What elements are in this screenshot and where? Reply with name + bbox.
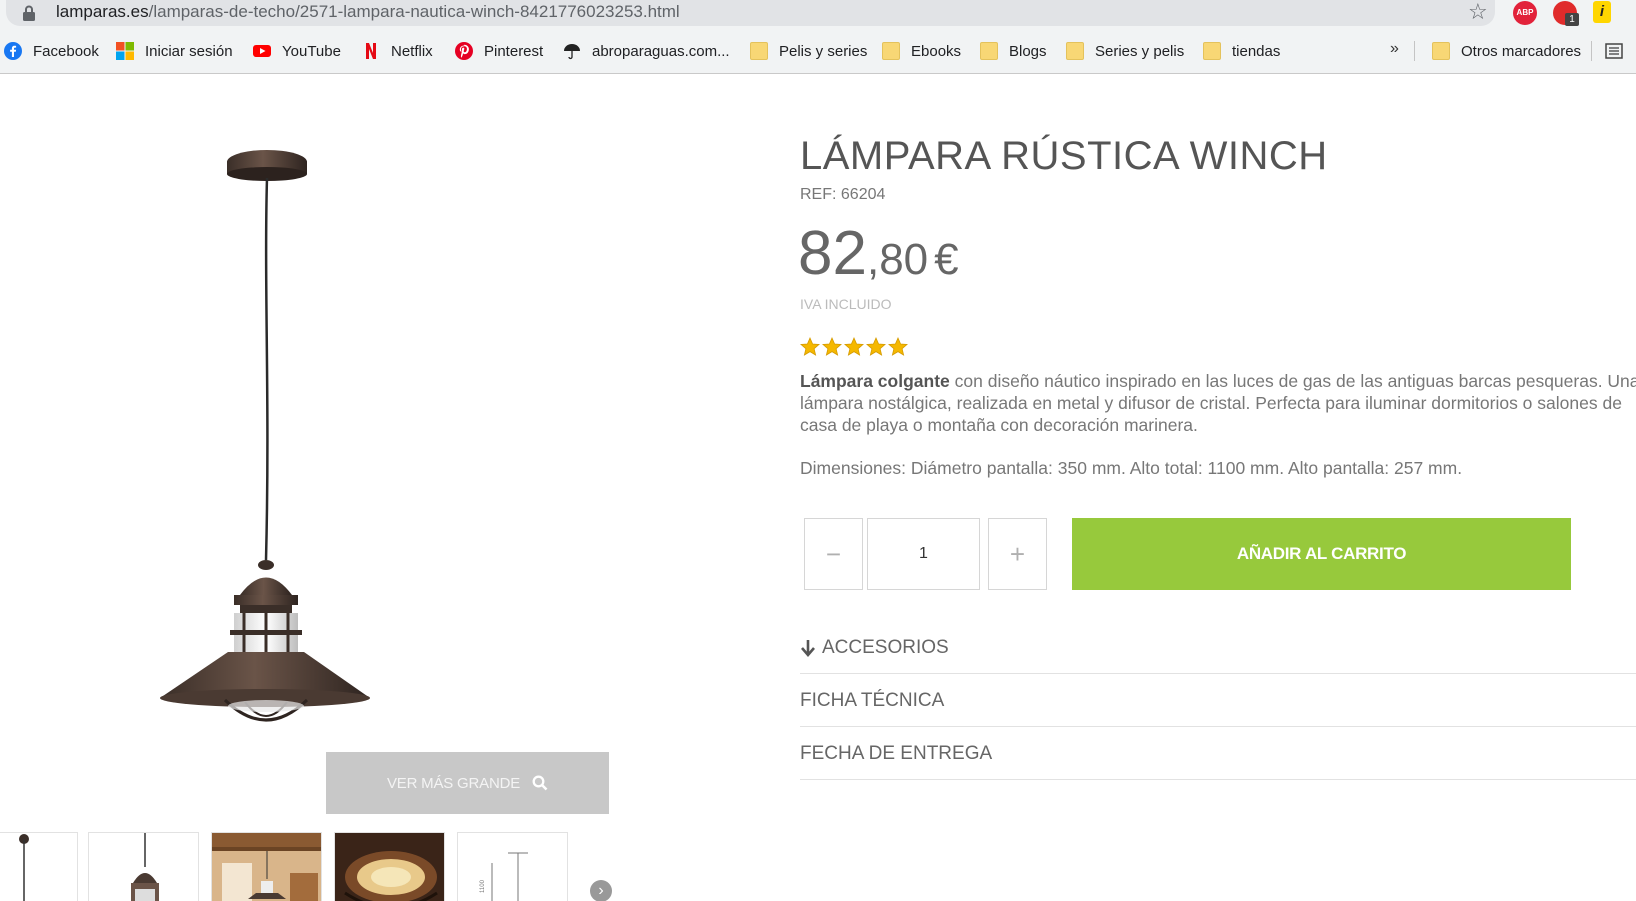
thumbnail-5[interactable]: 1100 bbox=[457, 832, 568, 901]
bookmark-tiendas[interactable]: tiendas bbox=[1203, 37, 1280, 65]
price-decimal: ,80 bbox=[866, 235, 929, 284]
arrow-down-icon bbox=[801, 639, 815, 657]
search-icon bbox=[532, 775, 548, 791]
bookmarks-divider bbox=[1591, 41, 1592, 61]
product-title: LÁMPARA RÚSTICA WINCH bbox=[800, 134, 1328, 178]
product-price: 82,80 € bbox=[798, 218, 959, 289]
bookmark-youtube[interactable]: YouTube bbox=[253, 37, 341, 65]
bookmark-pinterest[interactable]: Pinterest bbox=[455, 37, 543, 65]
adblock-icon[interactable]: ABP bbox=[1513, 1, 1537, 25]
product-reference: REF: 66204 bbox=[800, 186, 886, 203]
chevron-right-icon[interactable]: › bbox=[590, 880, 612, 901]
address-bar[interactable]: lamparas.es/lamparas-de-techo/2571-lampa… bbox=[6, 0, 1495, 26]
section-label: FECHA DE ENTREGA bbox=[800, 742, 993, 764]
thumbnail-lamp-image bbox=[131, 833, 159, 901]
folder-icon bbox=[1203, 42, 1221, 60]
url-text[interactable]: lamparas.es/lamparas-de-techo/2571-lampa… bbox=[56, 2, 680, 22]
reading-list-icon[interactable] bbox=[1605, 42, 1623, 60]
thumbnail-detail-image bbox=[335, 833, 444, 901]
bookmark-ebooks[interactable]: Ebooks bbox=[882, 37, 961, 65]
bookmark-netflix[interactable]: Netflix bbox=[362, 37, 433, 65]
thumbnail-lamp-image bbox=[19, 834, 29, 901]
thumbnail-3[interactable] bbox=[211, 832, 322, 901]
bookmarks-overflow-icon[interactable]: » bbox=[1390, 40, 1399, 58]
price-currency: € bbox=[934, 235, 959, 284]
folder-icon bbox=[1066, 42, 1084, 60]
quantity-increase-button[interactable]: + bbox=[988, 518, 1047, 590]
folder-icon bbox=[750, 42, 768, 60]
browser-chrome: lamparas.es/lamparas-de-techo/2571-lampa… bbox=[0, 0, 1636, 74]
svg-text:1100: 1100 bbox=[480, 879, 486, 893]
facebook-icon bbox=[4, 42, 22, 60]
thumbnail-1[interactable] bbox=[0, 832, 78, 901]
lock-icon bbox=[23, 5, 35, 21]
product-description: Lámpara colgante con diseño náutico insp… bbox=[800, 370, 1636, 436]
thumbnail-4[interactable] bbox=[334, 832, 445, 901]
section-label: FICHA TÉCNICA bbox=[800, 689, 945, 711]
rating-stars bbox=[800, 337, 908, 357]
bookmark-series-y-pelis[interactable]: Series y pelis bbox=[1066, 37, 1184, 65]
bookmarks-bar: Facebook Iniciar sesión YouTube Netflix … bbox=[0, 37, 1636, 65]
view-larger-button[interactable]: VER MÁS GRANDE bbox=[326, 752, 609, 814]
bookmark-abroparaguas[interactable]: abroparaguas.com... bbox=[563, 37, 730, 65]
bookmark-facebook[interactable]: Facebook bbox=[4, 37, 99, 65]
bookmarks-divider bbox=[1414, 41, 1415, 61]
thumbnail-room-image bbox=[212, 833, 321, 901]
bookmark-blogs[interactable]: Blogs bbox=[980, 37, 1047, 65]
umbrella-icon bbox=[564, 44, 580, 60]
extension-yellow-icon[interactable]: i bbox=[1593, 1, 1611, 23]
star-icon bbox=[866, 337, 886, 356]
section-accesorios[interactable]: ACCESORIOS bbox=[800, 622, 1636, 674]
extension-badge: 1 bbox=[1565, 13, 1579, 26]
section-fecha-entrega[interactable]: FECHA DE ENTREGA bbox=[800, 728, 1636, 780]
folder-icon bbox=[1432, 42, 1450, 60]
product-main-image[interactable] bbox=[130, 140, 400, 730]
star-icon bbox=[888, 337, 908, 356]
thumbnail-dimensions-image: 1100 bbox=[480, 852, 528, 901]
bookmark-star-icon[interactable]: ☆ bbox=[1468, 0, 1488, 24]
folder-icon bbox=[980, 42, 998, 60]
section-ficha-tecnica[interactable]: FICHA TÉCNICA bbox=[800, 675, 1636, 727]
description-highlight: Lámpara colgante bbox=[800, 371, 950, 391]
bookmark-pelis-y-series[interactable]: Pelis y series bbox=[750, 37, 867, 65]
thumbnail-2[interactable] bbox=[88, 832, 199, 901]
url-path: /lamparas-de-techo/2571-lampara-nautica-… bbox=[148, 2, 680, 21]
url-domain: lamparas.es bbox=[56, 2, 149, 21]
pinterest-icon bbox=[455, 42, 473, 60]
product-dimensions: Dimensiones: Diámetro pantalla: 350 mm. … bbox=[800, 458, 1463, 478]
quantity-input[interactable] bbox=[867, 518, 980, 590]
bookmark-otros-marcadores[interactable]: Otros marcadores bbox=[1432, 37, 1581, 65]
star-icon bbox=[844, 337, 864, 356]
section-label: ACCESORIOS bbox=[822, 636, 949, 658]
quantity-decrease-button[interactable]: − bbox=[804, 518, 863, 590]
extension-red-icon[interactable]: 1 bbox=[1553, 1, 1579, 26]
microsoft-icon bbox=[116, 42, 134, 60]
star-icon bbox=[800, 337, 820, 356]
add-to-cart-button[interactable]: AÑADIR AL CARRITO bbox=[1072, 518, 1571, 590]
youtube-icon bbox=[253, 45, 271, 57]
tax-note: IVA INCLUIDO bbox=[800, 296, 892, 312]
price-integer: 82 bbox=[798, 219, 867, 288]
netflix-icon bbox=[366, 43, 376, 59]
star-icon bbox=[822, 337, 842, 356]
folder-icon bbox=[882, 42, 900, 60]
bookmark-iniciar-sesion[interactable]: Iniciar sesión bbox=[116, 37, 233, 65]
